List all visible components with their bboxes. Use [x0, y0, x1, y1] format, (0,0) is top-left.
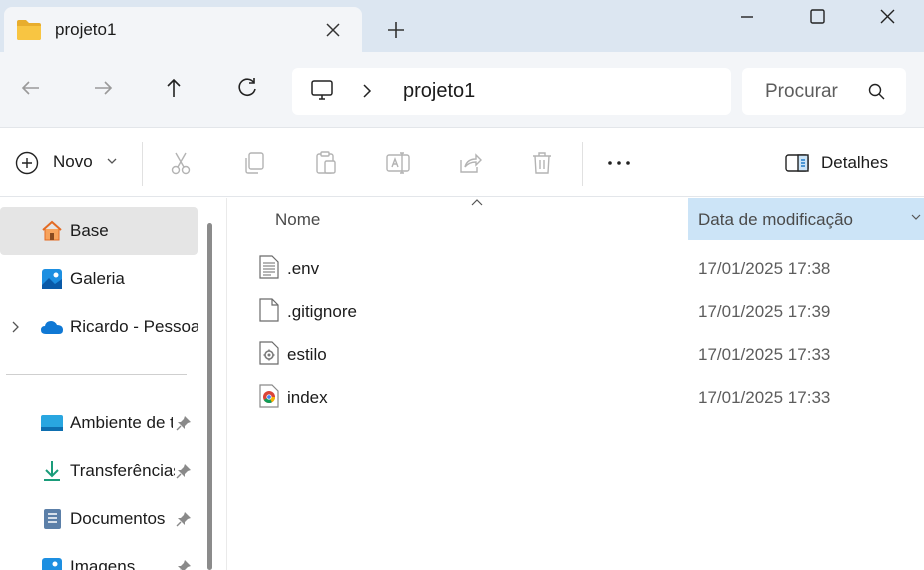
file-date: 17/01/2025 17:33	[698, 388, 831, 407]
close-tab-icon[interactable]	[322, 19, 344, 41]
sidebar-divider	[6, 374, 187, 375]
sidebar-item-label: Imagens	[70, 557, 136, 570]
refresh-icon[interactable]	[233, 74, 261, 102]
documents-icon	[44, 509, 61, 529]
chevron-down-icon	[107, 158, 117, 164]
details-button-label: Detalhes	[821, 153, 889, 172]
pin-icon[interactable]	[176, 559, 192, 570]
sidebar-item-transferencias[interactable]: Transferências	[0, 447, 198, 495]
rename-icon[interactable]	[385, 150, 411, 176]
sidebar-item-label: Base	[70, 221, 109, 240]
text-file-icon	[259, 255, 279, 279]
chevron-right-icon[interactable]	[360, 83, 374, 99]
paste-icon[interactable]	[313, 150, 339, 176]
sidebar-item-label: Transferências	[70, 461, 175, 480]
title-bar: projeto1	[0, 0, 924, 52]
share-icon[interactable]	[457, 150, 483, 176]
sidebar-item-base[interactable]: Base	[0, 207, 198, 255]
sidebar-item-imagens[interactable]: Imagens	[0, 543, 198, 570]
desktop-icon	[41, 415, 63, 431]
new-button[interactable]: Novo	[14, 150, 117, 176]
command-bar: Novo Detalhes	[0, 128, 924, 197]
maximize-icon[interactable]	[782, 0, 852, 36]
copy-icon[interactable]	[241, 150, 267, 176]
up-icon[interactable]	[160, 74, 188, 102]
file-name: estilo	[287, 345, 327, 364]
details-pane-icon	[785, 154, 809, 172]
toolbar-separator	[582, 142, 583, 186]
pin-icon[interactable]	[176, 463, 192, 479]
delete-icon[interactable]	[529, 150, 555, 176]
new-tab-icon[interactable]	[384, 18, 408, 42]
sidebar-item-label: Galeria	[70, 269, 125, 288]
file-row[interactable]: estilo 17/01/2025 17:33	[227, 332, 924, 375]
toolbar-separator	[142, 142, 143, 186]
pin-icon[interactable]	[176, 511, 192, 527]
chevron-down-icon[interactable]	[910, 211, 922, 223]
downloads-icon	[44, 461, 60, 481]
back-icon[interactable]	[17, 74, 45, 102]
file-date: 17/01/2025 17:39	[698, 302, 831, 321]
file-date: 17/01/2025 17:38	[698, 259, 831, 278]
chrome-html-icon	[259, 384, 279, 408]
cut-icon[interactable]	[168, 150, 194, 176]
more-options-icon[interactable]	[606, 150, 632, 176]
sidebar-scrollbar[interactable]	[207, 223, 212, 570]
sidebar-item-onedrive[interactable]: Ricardo - Pessoal	[0, 303, 198, 351]
folder-icon	[17, 20, 41, 40]
search-icon	[868, 83, 885, 100]
onedrive-icon	[41, 321, 63, 334]
pictures-icon	[42, 558, 62, 570]
sort-ascending-icon	[471, 199, 483, 206]
sidebar-item-ambiente-de-trabalho[interactable]: Ambiente de trabalho	[0, 399, 198, 447]
file-row[interactable]: index 17/01/2025 17:33	[227, 375, 924, 418]
gallery-icon	[42, 269, 62, 289]
file-name: .gitignore	[287, 302, 357, 321]
tab-projeto1[interactable]: projeto1	[4, 7, 362, 52]
file-row[interactable]: .env 17/01/2025 17:38	[227, 246, 924, 289]
sidebar-item-galeria[interactable]: Galeria	[0, 255, 198, 303]
sidebar-item-label: Documentos	[70, 509, 166, 528]
tab-title: projeto1	[55, 20, 117, 39]
file-name: .env	[287, 259, 320, 278]
plus-circle-icon	[15, 151, 39, 175]
sidebar-item-label: Ambiente de trabalho	[70, 413, 173, 432]
file-date: 17/01/2025 17:33	[698, 345, 831, 364]
file-row[interactable]: .gitignore 17/01/2025 17:39	[227, 289, 924, 332]
file-list: Nome Data de modificação .env 17/01/2025…	[227, 198, 924, 570]
search-input[interactable]: Procurar	[765, 81, 843, 103]
chevron-right-icon[interactable]	[10, 320, 22, 334]
blank-file-icon	[259, 298, 279, 322]
address-bar[interactable]: projeto1	[292, 68, 731, 115]
pin-icon[interactable]	[176, 415, 192, 431]
minimize-icon[interactable]	[712, 0, 782, 36]
column-header-name[interactable]: Nome	[275, 210, 320, 230]
sidebar-item-label: Ricardo - Pessoal	[70, 317, 198, 336]
file-name: index	[287, 388, 328, 407]
close-window-icon[interactable]	[852, 0, 922, 36]
this-pc-icon[interactable]	[310, 79, 336, 103]
new-button-label: Novo	[53, 152, 93, 171]
css-file-icon	[259, 341, 279, 365]
home-icon	[42, 220, 62, 241]
navigation-pane: Base Galeria Ricardo - Pessoal Ambiente …	[0, 198, 212, 570]
column-header-label: Data de modificação	[698, 210, 853, 229]
sidebar-item-documentos[interactable]: Documentos	[0, 495, 198, 543]
forward-icon[interactable]	[89, 74, 117, 102]
search-box[interactable]: Procurar	[742, 68, 906, 115]
column-header-date-modified[interactable]: Data de modificação	[688, 198, 924, 240]
navigation-bar: projeto1 Procurar	[0, 52, 924, 128]
details-button[interactable]: Detalhes	[784, 150, 888, 176]
address-path[interactable]: projeto1	[403, 80, 475, 103]
